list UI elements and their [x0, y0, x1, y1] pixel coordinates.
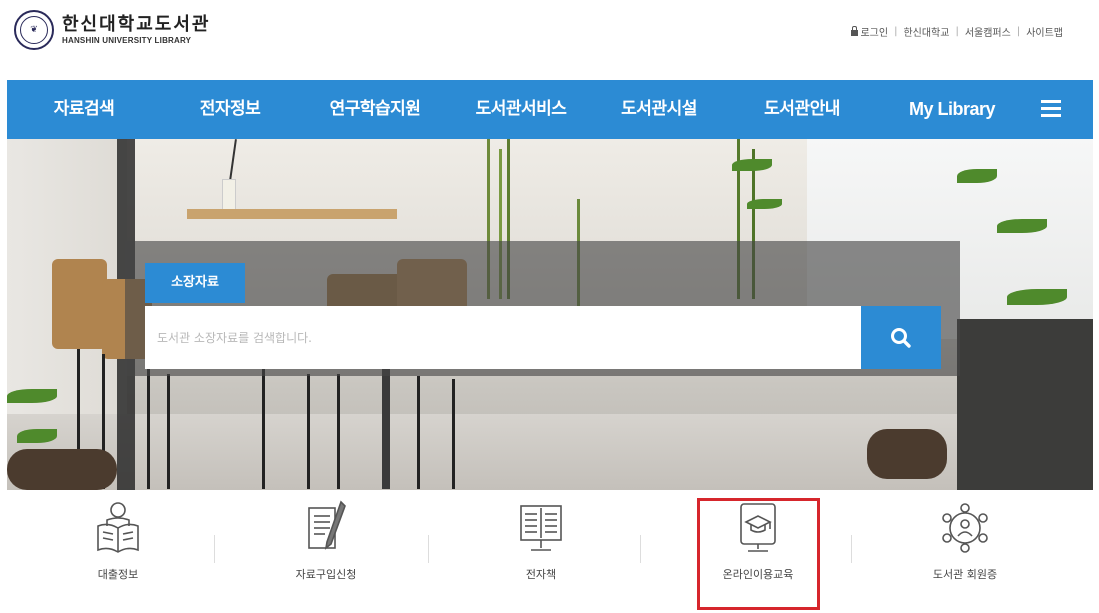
ebook-monitor-icon [520, 505, 562, 551]
header: ❦ 한신대학교도서관 HANSHIN UNIVERSITY LIBRARY 로그… [0, 0, 1099, 80]
nav-item-library-guide[interactable]: 도서관안내 [764, 80, 840, 139]
quick-link-label: 도서관 회원증 [932, 568, 998, 581]
quick-link-loan-info[interactable]: 대출정보 [48, 498, 188, 582]
document-pen-icon [308, 500, 346, 550]
lock-icon [851, 25, 859, 36]
member-card-network-icon [942, 503, 988, 553]
search-button[interactable] [861, 306, 941, 369]
hanshin-university-link[interactable]: 한신대학교 [903, 24, 949, 39]
quick-link-label: 대출정보 [97, 568, 139, 581]
library-logo[interactable]: ❦ 한신대학교도서관 HANSHIN UNIVERSITY LIBRARY [14, 10, 210, 50]
tab-holdings[interactable]: 소장자료 [145, 263, 245, 303]
quick-link-purchase-request[interactable]: 자료구입신청 [256, 498, 396, 582]
quick-link-ebook[interactable]: 전자책 [471, 498, 611, 582]
nav-item-library-services[interactable]: 도서관서비스 [476, 80, 567, 139]
utility-links: 로그인 | 한신대학교 | 서울캠퍼스 | 사이트맵 [851, 24, 1063, 39]
nav-item-search[interactable]: 자료검색 [54, 80, 115, 139]
logo-title-ko: 한신대학교도서관 [62, 13, 211, 35]
sitemap-link[interactable]: 사이트맵 [1026, 24, 1063, 39]
main-nav: 자료검색 전자정보 연구학습지원 도서관서비스 도서관시설 도서관안내 My L… [7, 80, 1093, 139]
search-input[interactable] [145, 306, 861, 369]
online-education-icon [740, 503, 776, 552]
reading-person-icon [97, 502, 139, 553]
nav-item-my-library[interactable]: My Library [909, 80, 996, 139]
nav-item-electronic-info[interactable]: 전자정보 [200, 80, 261, 139]
quick-link-member-card[interactable]: 도서관 회원증 [895, 498, 1035, 582]
seoul-campus-link[interactable]: 서울캠퍼스 [965, 24, 1011, 39]
quick-link-label: 전자책 [525, 568, 557, 581]
nav-item-library-facilities[interactable]: 도서관시설 [621, 80, 697, 139]
logo-title-en: HANSHIN UNIVERSITY LIBRARY [62, 35, 192, 45]
login-link[interactable]: 로그인 [860, 24, 888, 39]
quick-link-label: 자료구입신청 [295, 568, 357, 581]
search-icon [891, 327, 911, 348]
quick-link-online-education[interactable]: 온라인이용교육 [688, 498, 828, 582]
hamburger-menu-icon[interactable] [1041, 100, 1061, 118]
nav-item-research-support[interactable]: 연구학습지원 [330, 80, 421, 139]
quick-link-label: 온라인이용교육 [722, 568, 794, 581]
university-seal-icon: ❦ [14, 10, 54, 50]
quick-links: 대출정보 자료구입신청 전자책 온라인이용교육 도서관 회원증 [0, 490, 1099, 613]
